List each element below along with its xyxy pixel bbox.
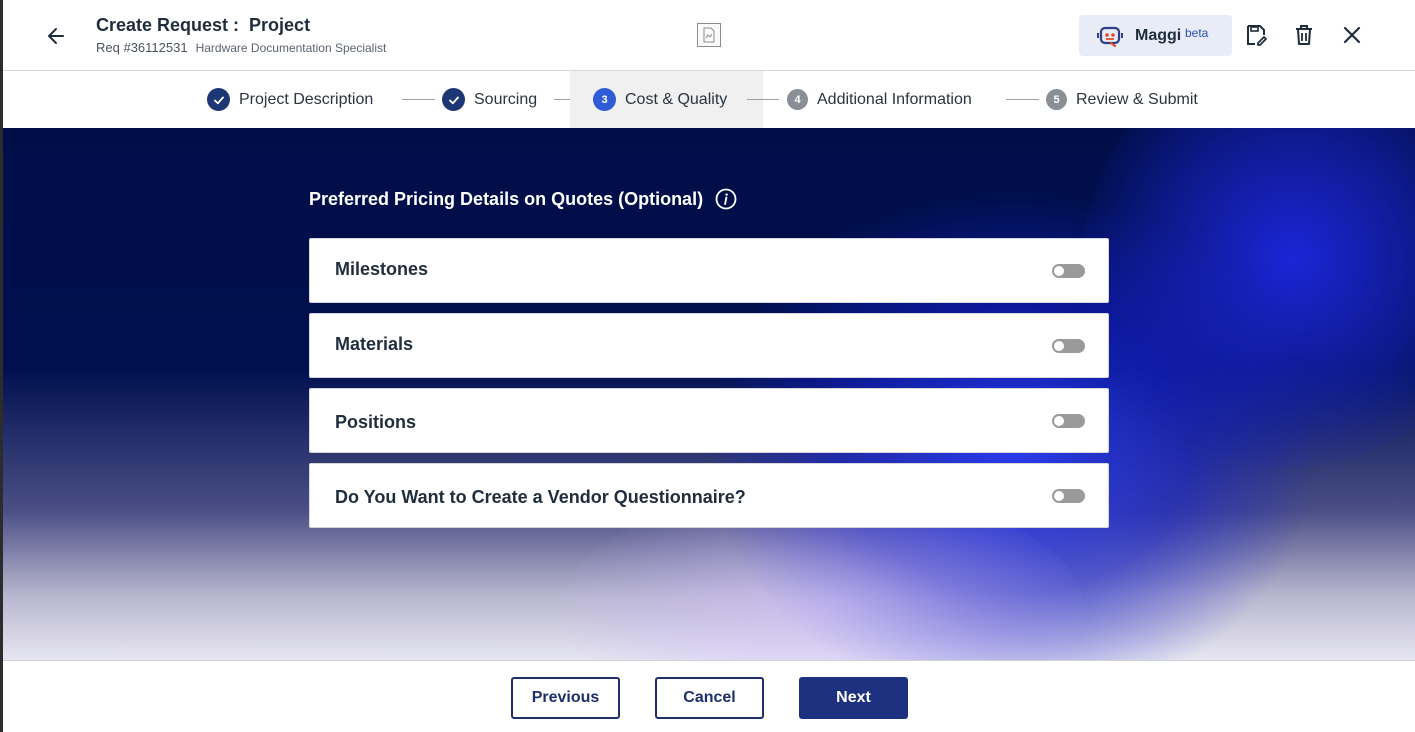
progress-stepper: Project Description Sourcing 3 Cost & Qu… xyxy=(0,71,1415,128)
header: Create Request : Project Req #36112531 Ha… xyxy=(0,0,1415,71)
robot-icon xyxy=(1097,25,1123,52)
request-role: Hardware Documentation Specialist xyxy=(195,41,387,55)
step-label: Cost & Quality xyxy=(625,90,728,108)
next-button[interactable]: Next xyxy=(799,677,908,719)
step-cost-quality[interactable]: 3 Cost & Quality xyxy=(570,71,763,128)
step-project-description[interactable]: Project Description xyxy=(207,71,373,128)
materials-toggle[interactable] xyxy=(1052,339,1085,353)
maggi-label: Maggi xyxy=(1135,27,1182,44)
option-card-milestones: Milestones xyxy=(309,238,1109,303)
step-label: Sourcing xyxy=(474,90,538,108)
milestones-toggle[interactable] xyxy=(1052,264,1085,278)
cancel-button[interactable]: Cancel xyxy=(655,677,764,719)
check-icon xyxy=(442,88,465,111)
positions-toggle[interactable] xyxy=(1052,414,1085,428)
previous-button[interactable]: Previous xyxy=(511,677,620,719)
document-thumbnail-icon[interactable] xyxy=(697,23,721,47)
toggle-knob xyxy=(1054,416,1064,426)
back-button[interactable] xyxy=(42,22,70,50)
request-subtitle: Req #36112531 Hardware Documentation Spec… xyxy=(96,40,386,55)
toggle-knob xyxy=(1054,491,1064,501)
section-heading-text: Preferred Pricing Details on Quotes (Opt… xyxy=(309,188,704,209)
step-label: Project Description xyxy=(239,90,374,108)
step-review-submit[interactable]: 5 Review & Submit xyxy=(1046,71,1198,128)
arrow-left-icon xyxy=(48,28,64,44)
step-label: Review & Submit xyxy=(1076,90,1198,108)
request-number: Req #36112531 xyxy=(96,40,188,55)
vendor-questionnaire-toggle[interactable] xyxy=(1052,489,1085,503)
page-title: Create Request : Project xyxy=(96,15,311,35)
delete-button[interactable] xyxy=(1291,22,1317,48)
step-number-badge: 3 xyxy=(593,88,616,111)
window-edge xyxy=(0,0,3,732)
option-card-vendor-questionnaire: Do You Want to Create a Vendor Questionn… xyxy=(309,463,1109,528)
step-additional-information[interactable]: 4 Additional Information xyxy=(787,71,972,128)
close-icon xyxy=(1343,26,1361,44)
title-block: Create Request : Project Req #36112531 Ha… xyxy=(96,15,386,55)
step-connector xyxy=(747,99,779,100)
toggle-knob xyxy=(1054,341,1064,351)
check-icon xyxy=(207,88,230,111)
beta-badge: beta xyxy=(1185,26,1209,40)
option-card-materials: Materials xyxy=(309,313,1109,378)
option-label: Milestones xyxy=(335,259,429,279)
info-icon[interactable] xyxy=(715,188,737,210)
option-label: Materials xyxy=(335,334,414,354)
option-card-positions: Positions xyxy=(309,388,1109,453)
footer: Previous Cancel Next xyxy=(0,660,1415,732)
step-connector xyxy=(402,99,435,100)
step-label: Additional Information xyxy=(817,90,972,108)
step-sourcing[interactable]: Sourcing xyxy=(442,71,537,128)
close-button[interactable] xyxy=(1339,22,1365,48)
step-number-badge: 5 xyxy=(1046,89,1067,110)
option-label: Do You Want to Create a Vendor Questionn… xyxy=(335,487,746,507)
trash-icon xyxy=(1296,25,1312,45)
main-content: Preferred Pricing Details on Quotes (Opt… xyxy=(3,128,1415,660)
toggle-knob xyxy=(1054,266,1064,276)
save-draft-button[interactable] xyxy=(1243,22,1269,48)
maggi-assistant-button[interactable]: Maggi beta xyxy=(1079,15,1232,56)
option-label: Positions xyxy=(335,412,417,432)
step-number-badge: 4 xyxy=(787,89,808,110)
section-heading: Preferred Pricing Details on Quotes (Opt… xyxy=(309,188,737,210)
save-draft-icon xyxy=(1247,25,1267,46)
step-connector xyxy=(1006,99,1039,100)
